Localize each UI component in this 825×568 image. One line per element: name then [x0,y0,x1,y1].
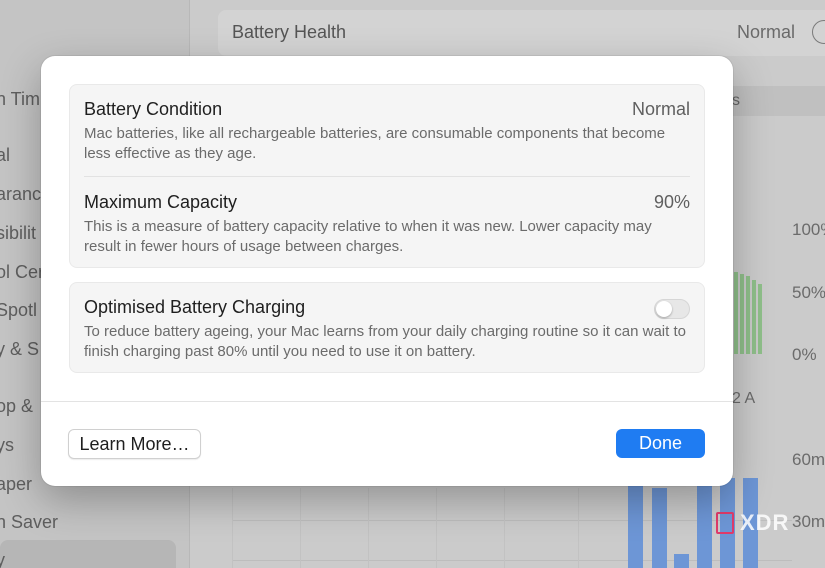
axis-label: 100% [792,220,825,239]
optimised-charging-row: Optimised Battery Charging To reduce bat… [84,297,690,362]
usage-bar [652,488,667,568]
learn-more-button[interactable]: Learn More… [68,429,201,459]
done-button[interactable]: Done [616,429,705,458]
battery-info-group: Battery Condition Normal Mac batteries, … [69,84,705,268]
watermark: XDR [740,510,790,535]
battery-condition-title: Battery Condition [84,99,223,119]
sidebar-item[interactable]: ys [0,435,14,456]
battery-level-bar [740,274,744,354]
time-axis-label: 2 A [732,390,756,407]
battery-condition-row: Battery Condition Normal Mac batteries, … [84,99,690,164]
sidebar-item[interactable]: y & S [0,339,39,360]
sidebar-item[interactable]: n Tim [0,89,40,110]
chart-gridline [232,488,233,568]
axis-label: 30m [792,512,825,531]
chart-gridline [300,488,301,568]
battery-level-bar [746,276,750,354]
maximum-capacity-description: This is a measure of battery capacity re… [84,218,652,255]
row-divider [84,176,690,177]
chart-gridline [436,488,437,568]
axis-label: 0% [792,345,817,364]
chart-gridline [578,488,579,568]
maximum-capacity-value: 90% [653,192,690,212]
chart-gridline [368,488,369,568]
segment-label: s [732,92,740,109]
battery-level-bar [734,272,738,354]
sidebar-item[interactable]: n Saver [0,512,58,533]
battery-health-sheet: Battery Condition Normal Mac batteries, … [41,56,733,486]
optimised-charging-title: Optimised Battery Charging [84,297,306,317]
optimised-charging-description: To reduce battery ageing, your Mac learn… [84,323,686,360]
sidebar-item[interactable]: aranc [0,184,41,205]
footer-divider [41,401,733,402]
optimised-charging-toggle[interactable] [654,299,690,319]
optimised-charging-group: Optimised Battery Charging To reduce bat… [69,282,705,373]
maximum-capacity-title: Maximum Capacity [84,192,238,212]
maximum-capacity-row: Maximum Capacity 90% This is a measure o… [84,192,690,257]
usage-bar [628,486,643,568]
sidebar-item[interactable]: sibilit [0,223,36,244]
battery-level-bar [758,284,762,354]
usage-bar [674,554,689,568]
toggle-knob [656,301,672,317]
chart-gridline [504,488,505,568]
battery-level-bar [752,280,756,354]
sidebar-item[interactable]: y [0,550,5,568]
battery-health-value: Normal [737,22,796,42]
sidebar-item[interactable]: ol Cer [0,262,44,283]
sidebar-item[interactable]: Spotl [0,300,37,321]
xdr-logo-icon [716,512,734,534]
sidebar-item[interactable]: aper [0,474,32,495]
battery-health-label: Battery Health [232,22,347,42]
battery-condition-value: Normal [631,99,690,119]
usage-bar [697,486,712,568]
axis-label: 50% [792,283,825,302]
sidebar-item-selected[interactable] [0,540,176,568]
sidebar-item[interactable]: al [0,145,10,166]
axis-label: 60m [792,450,825,469]
battery-condition-description: Mac batteries, like all rechargeable bat… [84,125,666,162]
sidebar-item[interactable]: op & [0,396,33,417]
